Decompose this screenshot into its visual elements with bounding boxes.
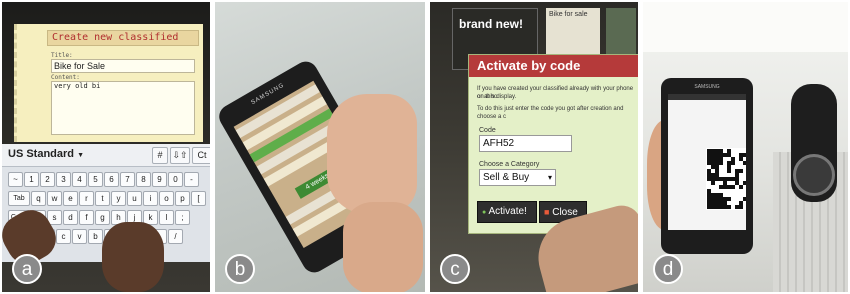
- smartphone: SAMSUNG: [661, 78, 753, 254]
- panel-a: Create new classified Title: Bike for Sa…: [2, 2, 210, 292]
- wrist: [343, 202, 423, 292]
- key-1-6[interactable]: y: [111, 191, 126, 206]
- qr-module: [743, 161, 746, 165]
- qr-module: [743, 153, 746, 157]
- key-2-3[interactable]: d: [63, 210, 78, 225]
- intro-text-3: To do this just enter the code you got a…: [477, 106, 624, 120]
- window-light: [643, 2, 848, 52]
- content-caption: Content:: [51, 74, 80, 81]
- key-1-8[interactable]: i: [143, 191, 158, 206]
- key-0-7[interactable]: 7: [120, 172, 135, 187]
- status-bar: [668, 94, 746, 100]
- key-1-7[interactable]: u: [127, 191, 142, 206]
- key-1-11[interactable]: [: [191, 191, 206, 206]
- key-0-8[interactable]: 8: [136, 172, 151, 187]
- panel-label: a: [12, 254, 42, 284]
- key-0-4[interactable]: 4: [72, 172, 87, 187]
- key-1-3[interactable]: e: [63, 191, 78, 206]
- phone-brand: SAMSUNG: [694, 84, 720, 90]
- key-0-5[interactable]: 5: [88, 172, 103, 187]
- activate-button[interactable]: ● Activate!: [477, 201, 537, 223]
- qr-code: [706, 148, 746, 210]
- qr-module: [727, 169, 731, 173]
- key-2-9[interactable]: l: [159, 210, 174, 225]
- category-select[interactable]: Sell & Buy ▾: [479, 169, 556, 186]
- go-icon: ●: [482, 209, 487, 216]
- key-2-4[interactable]: f: [79, 210, 94, 225]
- qr-module: [731, 161, 735, 165]
- ctrl-key[interactable]: Ct: [192, 147, 210, 164]
- qr-module: [743, 181, 746, 185]
- webcam-lens-icon: [793, 154, 835, 196]
- qr-module: [727, 197, 731, 201]
- key-3-4[interactable]: v: [72, 229, 87, 244]
- chevron-down-icon: ▾: [547, 173, 552, 182]
- poster-side: [606, 8, 636, 58]
- code-input[interactable]: AFH52: [479, 135, 572, 152]
- key-0-0[interactable]: ~: [8, 172, 23, 187]
- key-0-9[interactable]: 9: [152, 172, 167, 187]
- dialog-title: Activate by code: [469, 55, 638, 77]
- key-1-2[interactable]: w: [47, 191, 62, 206]
- key-3-3[interactable]: c: [56, 229, 71, 244]
- panel-c: brand new! Bike for sale Activate by cod…: [430, 2, 638, 292]
- holding-hand: [327, 94, 417, 214]
- panel-d: SAMSUNG d: [643, 2, 848, 292]
- key-0-1[interactable]: 1: [24, 172, 39, 187]
- key-2-10[interactable]: ;: [175, 210, 190, 225]
- key-2-5[interactable]: g: [95, 210, 110, 225]
- key-0-3[interactable]: 3: [56, 172, 71, 187]
- close-icon: ■: [544, 207, 550, 217]
- qr-module: [739, 169, 743, 173]
- key-1-4[interactable]: r: [79, 191, 94, 206]
- qr-module: [731, 185, 735, 189]
- qr-module: [739, 185, 743, 189]
- form-title: Create new classified: [47, 30, 199, 46]
- key-1-5[interactable]: t: [95, 191, 110, 206]
- key-0-11[interactable]: -: [184, 172, 199, 187]
- hash-key[interactable]: #: [152, 147, 168, 164]
- webcam: [791, 84, 837, 202]
- qr-module: [739, 205, 743, 209]
- title-field-caption: Title:: [51, 52, 73, 59]
- qr-module: [743, 197, 746, 201]
- title-input[interactable]: Bike for Sale: [51, 59, 195, 73]
- code-caption: Code: [479, 127, 496, 134]
- key-3-5[interactable]: b: [88, 229, 103, 244]
- panel-label: d: [653, 254, 683, 284]
- key-0-6[interactable]: 6: [104, 172, 119, 187]
- content-textarea[interactable]: very old bi: [51, 81, 195, 135]
- classified-form-card: Create new classified Title: Bike for Sa…: [14, 24, 203, 142]
- qr-module: [719, 161, 723, 165]
- category-caption: Choose a Category: [479, 161, 540, 168]
- key-0-2[interactable]: 2: [40, 172, 55, 187]
- keyboard-language-selector[interactable]: US Standard ▼: [8, 148, 84, 160]
- panel-label: b: [225, 254, 255, 284]
- key-1-10[interactable]: p: [175, 191, 190, 206]
- right-hand: [102, 222, 164, 292]
- panel-label: c: [440, 254, 470, 284]
- qr-module: [711, 181, 715, 185]
- intro-text-2: on this display.: [477, 94, 517, 100]
- phone-screen[interactable]: [668, 94, 746, 230]
- qr-module: [727, 205, 731, 209]
- chevron-down-icon: ▼: [77, 152, 85, 159]
- key-1-0[interactable]: Tab: [8, 191, 30, 206]
- key-3-10[interactable]: /: [168, 229, 183, 244]
- key-1-9[interactable]: o: [159, 191, 174, 206]
- keyboard-toolbar: US Standard ▼ # ⇩⇧ Ct: [2, 144, 210, 167]
- updown-key[interactable]: ⇩⇧: [170, 147, 190, 164]
- key-0-10[interactable]: 0: [168, 172, 183, 187]
- panel-b: SAMSUNG 4 weeks b: [215, 2, 425, 292]
- key-1-1[interactable]: q: [31, 191, 46, 206]
- poster-bike: Bike for sale: [546, 8, 600, 60]
